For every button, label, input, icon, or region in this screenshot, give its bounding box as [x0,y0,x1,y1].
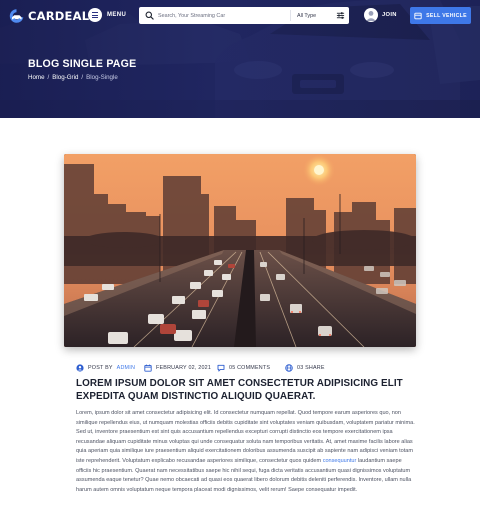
comment-icon [217,364,225,372]
meta-comments[interactable]: 05 COMMENTS [217,364,270,372]
search-input[interactable] [158,8,290,23]
meta-author: POST BY ADMIN [76,364,135,372]
breadcrumb-home[interactable]: Home [28,74,45,81]
article-headline: LOREM IPSUM DOLOR SIT AMET CONSECTETUR A… [76,378,403,402]
sell-vehicle-label: SELL VEHICLE [426,12,467,19]
hamburger-icon [88,8,102,22]
car-logo-icon [9,9,24,23]
search-divider [290,10,291,21]
user-icon [76,364,84,372]
menu-label: MENU [107,12,127,18]
article-body: Lorem, ipsum dolor sit amet consectetur … [76,409,416,520]
page-title: BLOG SINGLE PAGE [28,58,137,70]
menu-button[interactable]: MENU [88,8,126,22]
city-highway-photo [64,154,416,347]
meta-date: FEBRUARY 02, 2021 [144,364,211,372]
vehicle-icon [414,12,422,19]
share-count: 03 SHARE [297,365,325,371]
article-featured-image [64,154,416,347]
body-text-part-1: Lorem, ipsum dolor sit amet consectetur … [76,410,415,464]
author-link[interactable]: ADMIN [117,365,135,371]
meta-posted-by: POST BY [88,365,113,371]
inline-link[interactable]: consequuntur [323,458,357,464]
brand-logo[interactable]: CARDEAL [8,8,89,24]
breadcrumb-separator: / [47,74,50,81]
search-icon[interactable] [145,11,154,20]
publish-date: FEBRUARY 02, 2021 [156,365,212,371]
breadcrumb-current: Blog-Single [86,74,118,81]
brand-name: CARDEAL [28,9,90,23]
sliders-icon[interactable] [336,11,345,20]
globe-icon [285,364,293,372]
page-hero: CARDEAL MENU All Type [0,0,480,118]
top-navigation: CARDEAL MENU All Type [0,0,480,32]
sell-vehicle-button[interactable]: SELL VEHICLE [410,7,471,24]
search-bar: All Type [139,7,349,24]
join-label: JOIN [382,12,397,18]
comment-count: 05 COMMENTS [229,365,271,371]
meta-share[interactable]: 03 SHARE [285,364,325,372]
vehicle-type-select[interactable]: All Type [297,13,335,19]
breadcrumb: Home / Blog-Grid / Blog-Single [28,74,118,81]
join-button[interactable]: JOIN [364,8,397,22]
user-avatar-icon [364,8,378,22]
article-meta: POST BY ADMIN FEBRUARY 02, 2021 05 COMME… [76,363,416,373]
breadcrumb-blog-grid[interactable]: Blog-Grid [52,74,78,81]
calendar-icon [144,364,152,372]
breadcrumb-separator: / [81,74,84,81]
